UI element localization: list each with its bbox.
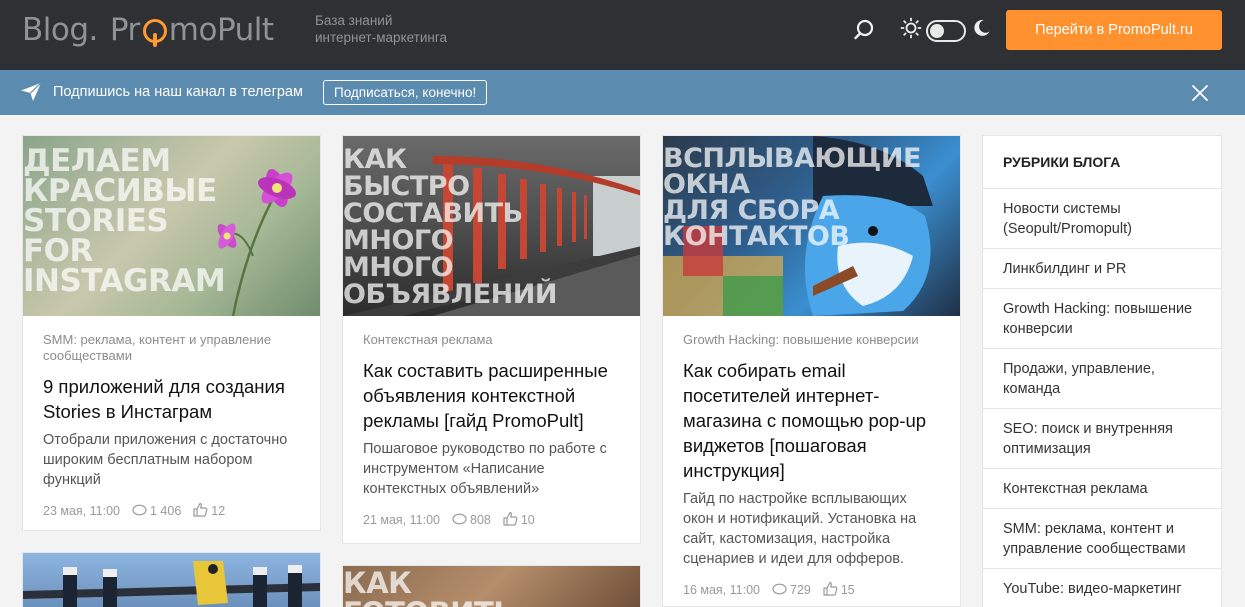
article-views: 729 — [790, 583, 811, 597]
article-card[interactable]: Всплывающие окна для сбора контактов Gro… — [662, 135, 961, 607]
sidebar-item-linkbuilding[interactable]: Линкбилдинг и PR — [983, 249, 1221, 289]
article-likes: 15 — [840, 583, 855, 597]
article-description: Отобрали приложения с достаточно широким… — [43, 432, 288, 488]
article-category[interactable]: Growth Hacking: повышение конверсии — [683, 332, 940, 348]
article-category[interactable]: SMM: реклама, контент и управление сообщ… — [43, 332, 300, 364]
search-icon[interactable] — [852, 18, 876, 42]
article-views: 1 406 — [150, 504, 182, 518]
article-card[interactable]: Делаем красивые Stories for Instagram SM… — [22, 135, 321, 531]
article-title[interactable]: Как собирать email посетителей интернет-… — [683, 358, 940, 483]
telegram-banner-text: Подпишись на наш канал в телеграм — [53, 84, 303, 100]
likes-icon — [823, 581, 838, 599]
site-tagline: База знаний интернет-маркетинга — [315, 13, 447, 45]
telegram-paper-plane-icon — [20, 82, 42, 102]
article-description: Гайд по настройке всплывающих окон и нот… — [683, 491, 917, 567]
aircraft-illustration — [23, 561, 320, 607]
article-card[interactable]: Как быстро составить много много объявле… — [342, 135, 641, 544]
views-icon — [452, 513, 467, 528]
article-description: Пошаговое руководство по работе с инстру… — [363, 441, 607, 497]
moon-icon — [970, 17, 992, 44]
sidebar-item-sales[interactable]: Продажи, управление, команда — [983, 349, 1221, 409]
article-date: 16 мая, 11:00 — [683, 583, 760, 597]
article-image[interactable] — [23, 553, 320, 607]
close-icon[interactable] — [1188, 81, 1212, 105]
article-card[interactable] — [22, 552, 321, 607]
article-title[interactable]: 9 приложений для создания Stories в Инст… — [43, 374, 300, 424]
logo-blog-text: Blog. — [22, 12, 98, 48]
article-views: 808 — [470, 513, 491, 527]
article-image-caption: Как готовить — [343, 566, 515, 607]
article-image[interactable]: Как готовить — [343, 566, 640, 607]
likes-icon — [503, 511, 518, 529]
blog-categories-sidebar: РУБРИКИ БЛОГА Новости системы (Seopult/P… — [982, 135, 1222, 607]
logo-promo-start: Pr — [109, 12, 140, 48]
telegram-banner: Подпишись на наш канал в телеграм Подпис… — [0, 70, 1245, 115]
article-meta: 21 мая, 11:00 808 10 — [363, 511, 620, 529]
go-to-promopult-button[interactable]: Перейти в PromoPult.ru — [1006, 10, 1222, 50]
sun-icon — [900, 17, 922, 44]
sidebar-item-youtube[interactable]: YouTube: видео-маркетинг — [983, 569, 1221, 607]
article-image[interactable]: Всплывающие окна для сбора контактов — [663, 136, 960, 316]
article-category[interactable]: Контекстная реклама — [363, 332, 620, 348]
article-meta: 16 мая, 11:00 729 15 — [683, 581, 940, 599]
sidebar-item-smm[interactable]: SMM: реклама, контент и управление сообщ… — [983, 509, 1221, 569]
likes-icon — [193, 502, 208, 520]
logo-o-mark-icon — [142, 19, 167, 47]
article-date: 23 мая, 11:00 — [43, 504, 120, 518]
site-logo[interactable]: Blog. Pr moPult — [22, 10, 274, 50]
views-icon — [132, 504, 147, 519]
article-image-caption: Как быстро составить много много объявле… — [343, 144, 557, 310]
sidebar-item-seo[interactable]: SEO: поиск и внутренняя оптимизация — [983, 409, 1221, 469]
article-title[interactable]: Как составить расширенные объявления кон… — [363, 358, 620, 433]
article-image-caption: Делаем красивые Stories for Instagram — [23, 143, 226, 299]
logo-promo-end: moPult — [168, 12, 274, 48]
article-image-caption: Всплывающие окна для сбора контактов — [663, 143, 921, 252]
sidebar-item-growth-hacking[interactable]: Growth Hacking: повышение конверсии — [983, 289, 1221, 349]
theme-toggle[interactable] — [926, 19, 966, 42]
sidebar-item-context-ads[interactable]: Контекстная реклама — [983, 469, 1221, 509]
article-image[interactable]: Делаем красивые Stories for Instagram — [23, 136, 320, 316]
article-date: 21 мая, 11:00 — [363, 513, 440, 527]
article-meta: 23 мая, 11:00 1 406 12 — [43, 502, 300, 520]
sidebar-title: РУБРИКИ БЛОГА — [983, 136, 1221, 189]
article-likes: 12 — [211, 504, 226, 518]
article-likes: 10 — [520, 513, 535, 527]
sidebar-item-system-news[interactable]: Новости системы (Seopult/Promopult) — [983, 189, 1221, 249]
views-icon — [772, 583, 787, 598]
theme-switcher — [900, 17, 992, 44]
article-image[interactable]: Как быстро составить много много объявле… — [343, 136, 640, 316]
subscribe-button[interactable]: Подписаться, конечно! — [323, 80, 488, 105]
site-header: Blog. Pr moPult База знаний интернет-мар… — [0, 0, 1245, 70]
article-card[interactable]: Как готовить — [342, 565, 641, 607]
